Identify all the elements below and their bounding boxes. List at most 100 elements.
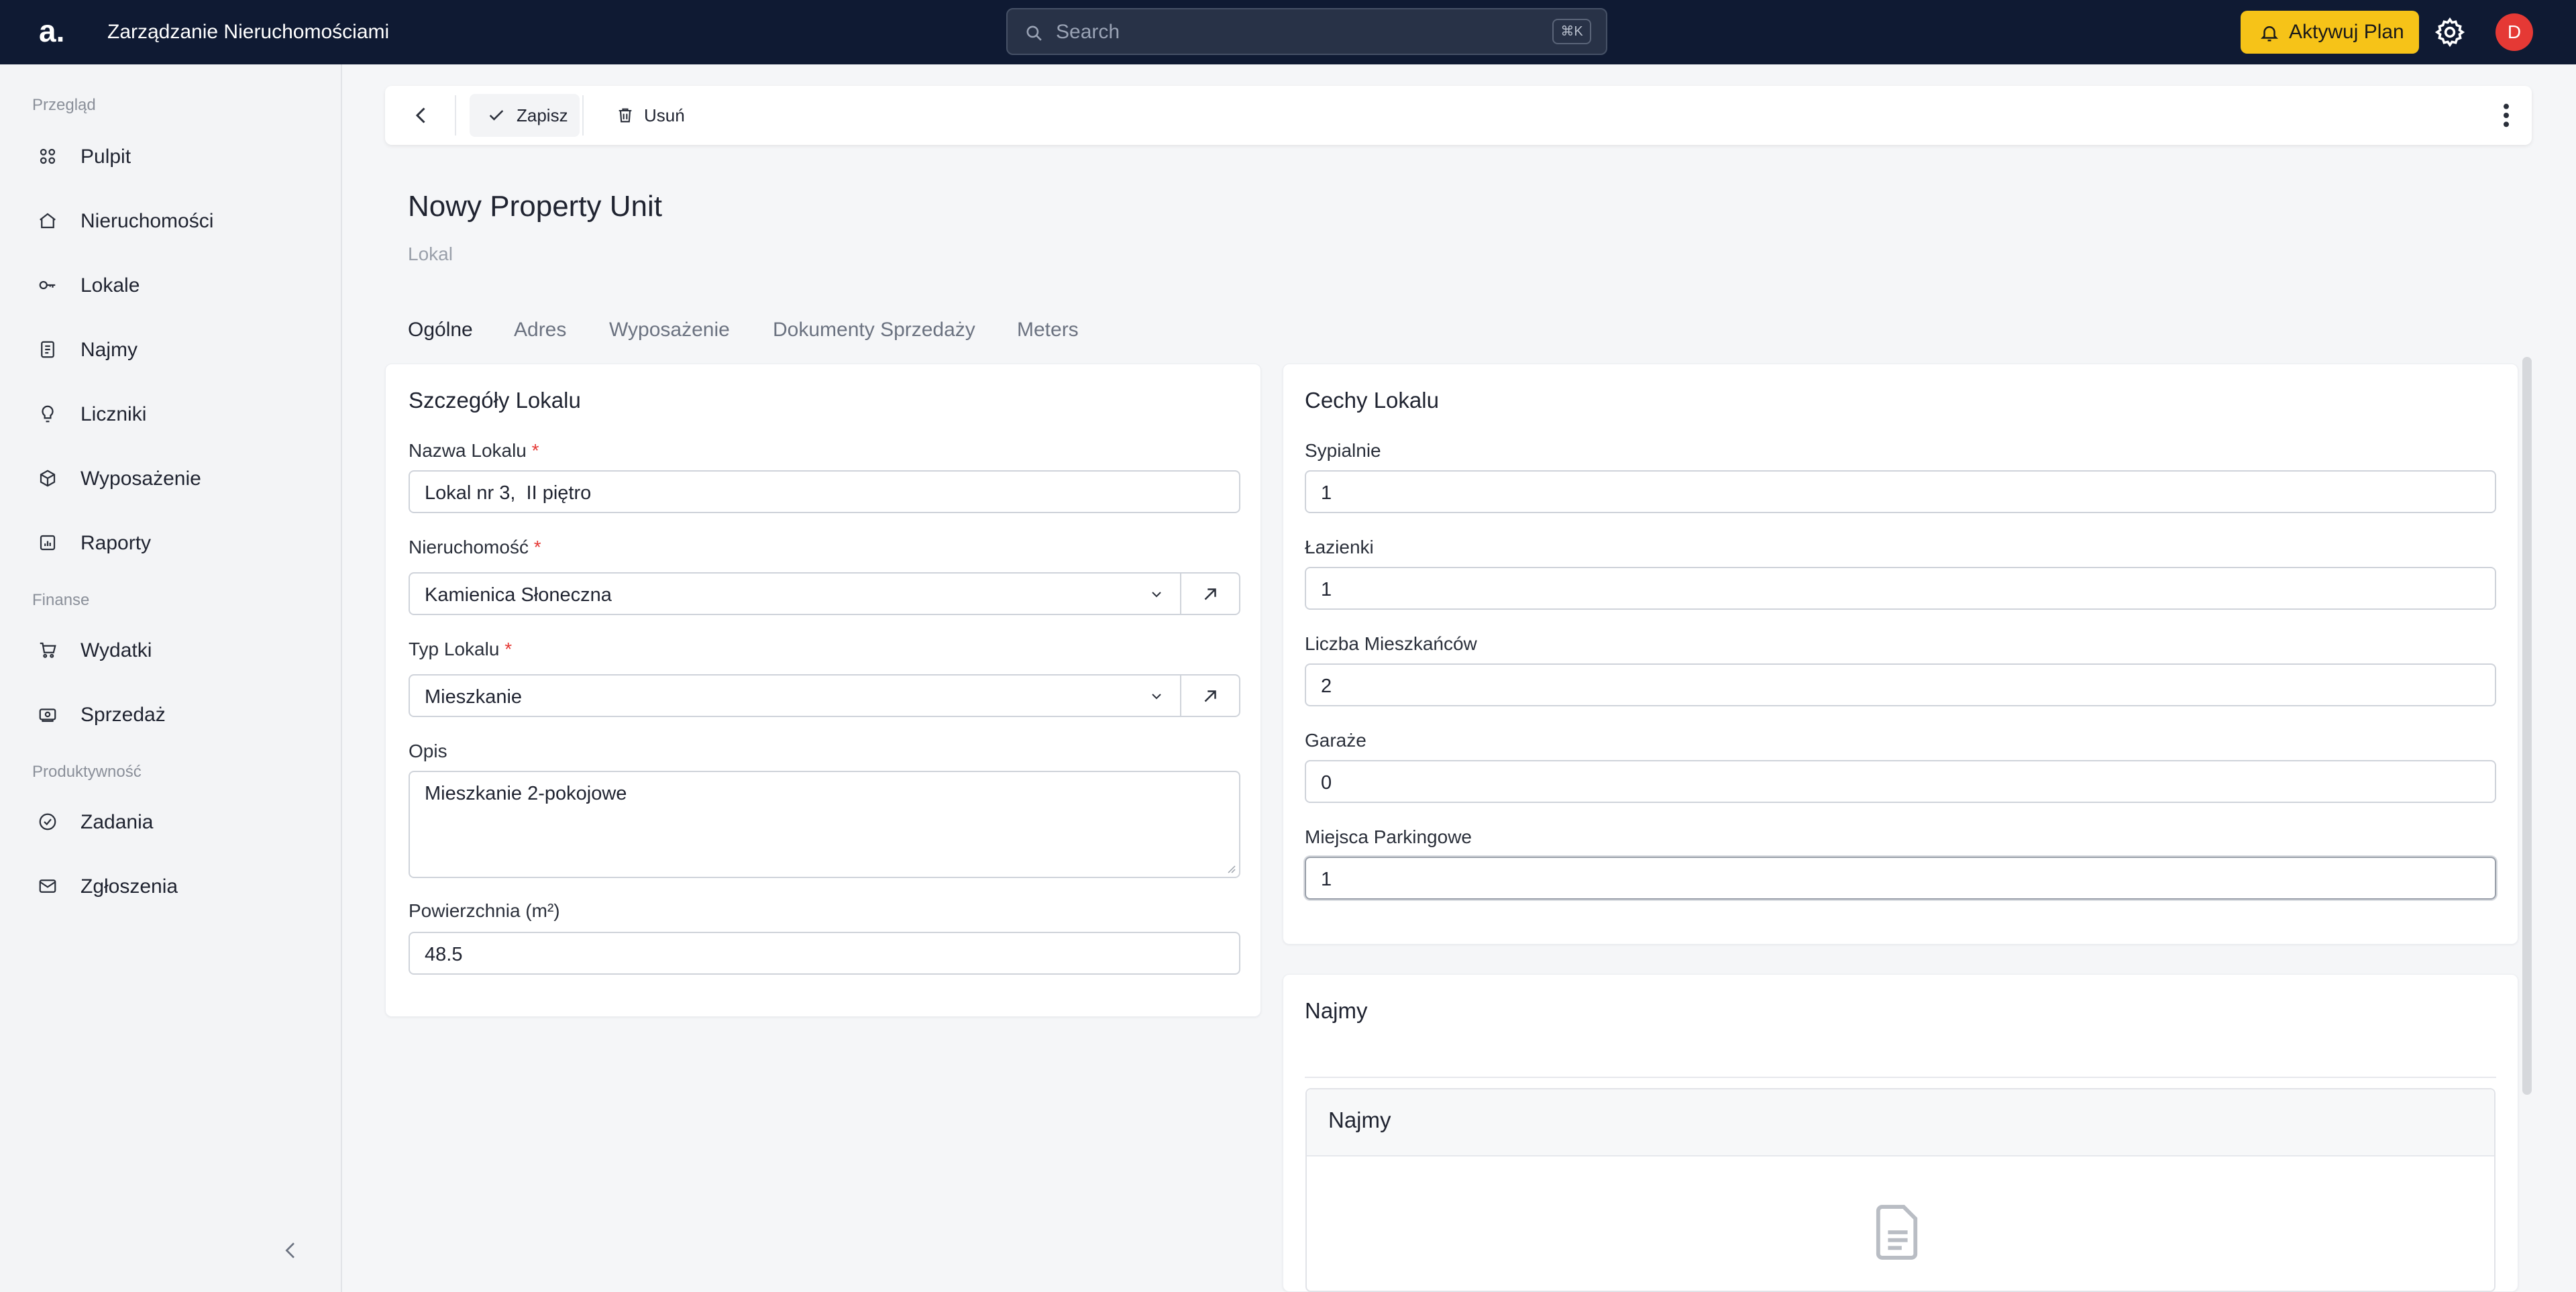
description-textarea[interactable]: Mieszkanie 2-pokojowe: [409, 771, 1240, 878]
back-arrow-icon[interactable]: [409, 103, 433, 127]
field-value: 0: [1321, 772, 1332, 794]
area-field[interactable]: 48.5: [409, 932, 1240, 975]
chevron-left-icon[interactable]: [280, 1238, 302, 1262]
parking-field[interactable]: 1: [1305, 857, 2496, 900]
unit-features-card: Cechy Lokalu Sypialnie 1 Łazienki 1 Licz…: [1283, 364, 2518, 945]
sidebar-item-tickets[interactable]: Zgłoszenia: [32, 867, 314, 907]
bathrooms-label: Łazienki: [1305, 537, 1374, 557]
toolbar-divider: [582, 95, 584, 136]
save-button[interactable]: Zapisz: [470, 94, 580, 137]
card-divider: [1305, 1077, 2496, 1078]
page-subtitle: Lokal: [408, 244, 453, 264]
top-bar: a. Zarządzanie Nieruchomościami Search ⌘…: [0, 0, 2576, 64]
tab-general[interactable]: Ogólne: [408, 318, 473, 342]
sidebar: Przegląd Pulpit Nieruchomości Lokale Naj…: [0, 64, 342, 1292]
card-title: Najmy: [1305, 998, 1368, 1023]
chevron-down-icon: [1152, 694, 1161, 700]
bathrooms-field[interactable]: 1: [1305, 567, 2496, 610]
garages-label: Garaże: [1305, 730, 1366, 751]
app-title: Zarządzanie Nieruchomościami: [107, 21, 390, 43]
bedrooms-label: Sypialnie: [1305, 440, 1381, 461]
search-bar[interactable]: Search ⌘K: [1006, 8, 1607, 55]
key-icon: [39, 280, 56, 290]
sidebar-item-units[interactable]: Lokale: [32, 266, 314, 306]
tab-meters[interactable]: Meters: [1017, 318, 1079, 342]
box-icon: [40, 470, 56, 487]
gear-icon[interactable]: [2434, 16, 2466, 48]
field-value: Mieszkanie: [425, 686, 523, 708]
sidebar-item-label: Wydatki: [80, 639, 152, 661]
required-mark: *: [531, 440, 539, 461]
property-label: Nieruchomość *: [409, 537, 541, 557]
more-menu-icon[interactable]: [2501, 102, 2512, 129]
sidebar-item-label: Pulpit: [80, 146, 131, 168]
action-bar: Zapisz Usuń: [385, 86, 2532, 145]
open-link-icon[interactable]: [1200, 584, 1220, 604]
bedrooms-field[interactable]: 1: [1305, 470, 2496, 513]
sidebar-item-label: Wyposażenie: [80, 468, 201, 490]
save-label: Zapisz: [517, 105, 568, 125]
field-value: 1: [1321, 869, 1332, 890]
select-divider: [1180, 676, 1181, 716]
sidebar-section-overview: Przegląd: [32, 96, 96, 114]
activate-plan-button[interactable]: Aktywuj Plan: [2241, 11, 2419, 54]
rentals-list-panel: Najmy: [1305, 1088, 2496, 1292]
sidebar-item-equipment[interactable]: Wyposażenie: [32, 459, 314, 499]
check-icon: [489, 110, 504, 121]
sidebar-item-expenses[interactable]: Wydatki: [32, 631, 314, 671]
page-scrollbar[interactable]: [2522, 357, 2532, 1095]
bell-icon: [2260, 26, 2279, 42]
page-title: Nowy Property Unit: [408, 190, 663, 223]
rentals-list-header: Najmy: [1307, 1089, 2494, 1156]
trash-icon: [619, 108, 632, 123]
cart-icon: [40, 642, 56, 658]
document-icon: [41, 341, 54, 358]
sidebar-item-dashboard[interactable]: Pulpit: [32, 137, 314, 177]
sidebar-item-rentals[interactable]: Najmy: [32, 330, 314, 370]
select-divider: [1180, 574, 1181, 614]
activate-plan-label: Aktywuj Plan: [2289, 21, 2404, 43]
field-value: 1: [1321, 482, 1332, 504]
garages-field[interactable]: 0: [1305, 760, 2496, 803]
delete-button[interactable]: Usuń: [606, 94, 700, 137]
unit-details-card: Szczegóły Lokalu Nazwa Lokalu * Lokal nr…: [385, 364, 1261, 1017]
residents-field[interactable]: 2: [1305, 663, 2496, 706]
field-value: Mieszkanie 2-pokojowe: [425, 783, 627, 804]
user-avatar[interactable]: D: [2496, 13, 2533, 51]
sidebar-section-finance: Finanse: [32, 591, 90, 609]
sidebar-item-label: Lokale: [80, 274, 140, 297]
sidebar-item-label: Najmy: [80, 339, 138, 361]
search-shortcut: ⌘K: [1552, 19, 1591, 44]
sidebar-item-reports[interactable]: Raporty: [32, 523, 314, 563]
open-link-icon[interactable]: [1200, 686, 1220, 706]
chevron-down-icon: [1152, 592, 1161, 598]
resize-handle-icon[interactable]: [1226, 863, 1236, 874]
bulb-icon: [42, 405, 54, 423]
sidebar-item-label: Sprzedaż: [80, 704, 166, 726]
sidebar-item-sales[interactable]: Sprzedaż: [32, 695, 314, 735]
sidebar-item-meters[interactable]: Liczniki: [32, 394, 314, 435]
property-select[interactable]: Kamienica Słoneczna: [409, 572, 1240, 615]
mail-icon: [39, 879, 56, 893]
sidebar-item-label: Liczniki: [80, 403, 147, 425]
field-value: 1: [1321, 579, 1332, 600]
app-logo[interactable]: a.: [39, 12, 64, 50]
sidebar-item-label: Zadania: [80, 811, 154, 833]
house-icon: [40, 213, 56, 229]
empty-document-icon: [1876, 1205, 1918, 1260]
tab-equipment[interactable]: Wyposażenie: [609, 318, 730, 342]
sidebar-item-label: Raporty: [80, 532, 152, 554]
tab-sales-documents[interactable]: Dokumenty Sprzedaży: [773, 318, 975, 342]
sidebar-item-properties[interactable]: Nieruchomości: [32, 201, 314, 241]
description-label: Opis: [409, 741, 447, 761]
unit-name-field[interactable]: Lokal nr 3, II piętro: [409, 470, 1240, 513]
type-label: Typ Lokalu *: [409, 639, 513, 659]
tab-address[interactable]: Adres: [514, 318, 566, 342]
dashboard-icon: [40, 148, 56, 164]
area-label: Powierzchnia (m²): [409, 900, 560, 921]
residents-label: Liczba Mieszkańców: [1305, 633, 1477, 654]
sidebar-item-tasks[interactable]: Zadania: [32, 802, 314, 843]
field-value: Kamienica Słoneczna: [425, 584, 612, 606]
sidebar-section-productivity: Produktywność: [32, 763, 142, 781]
unit-type-select[interactable]: Mieszkanie: [409, 674, 1240, 717]
